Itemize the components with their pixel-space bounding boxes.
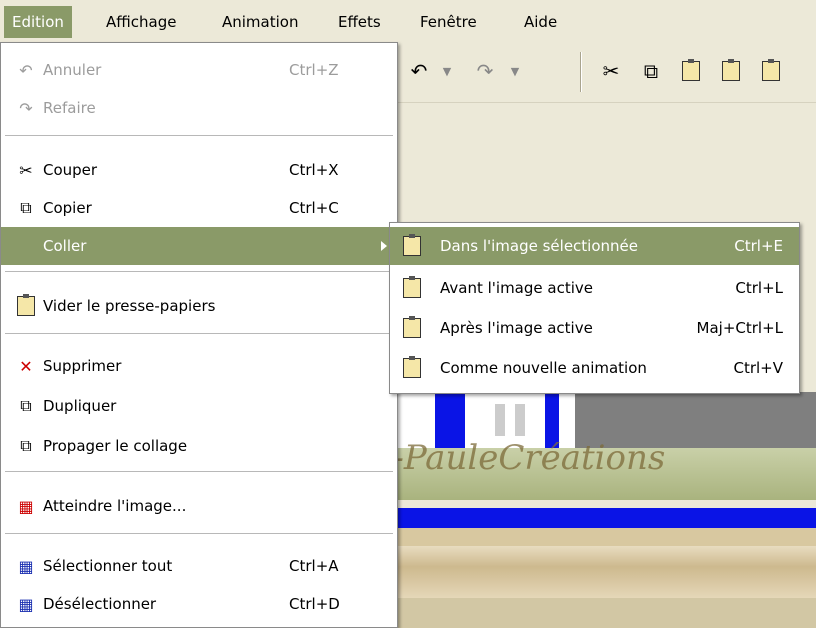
menu-separator (5, 533, 393, 534)
menu-animation[interactable]: Animation (214, 9, 306, 35)
submenu-item-comme-nouvelle-animation[interactable]: Comme nouvelle animation Ctrl+V (390, 349, 799, 387)
submenu-item-shortcut: Maj+Ctrl+L (696, 319, 783, 337)
menu-item-dupliquer[interactable]: ⧉ Dupliquer (1, 387, 397, 425)
clear-clipboard-icon (15, 294, 37, 317)
menu-item-copier[interactable]: ⧉ Copier Ctrl+C (1, 189, 397, 227)
menu-item-shortcut: Ctrl+Z (289, 61, 339, 79)
undo-dropdown-icon[interactable]: ▼ (432, 56, 462, 86)
frame-border (395, 528, 816, 546)
menu-item-vider-presse-papiers[interactable]: Vider le presse-papiers (1, 287, 397, 325)
menu-item-shortcut: Ctrl+D (289, 595, 340, 613)
copy-icon[interactable]: ⧉ (636, 56, 666, 86)
menu-separator (5, 471, 393, 472)
undo-icon: ↶ (19, 60, 33, 80)
menu-item-label: Copier (43, 199, 92, 217)
redo-dropdown-icon[interactable]: ▼ (500, 56, 530, 86)
paste-new-animation-icon (400, 356, 424, 380)
submenu-item-label: Comme nouvelle animation (440, 359, 647, 377)
submenu-item-shortcut: Ctrl+V (733, 359, 783, 377)
menu-item-coller[interactable]: Coller (1, 227, 397, 265)
menu-item-shortcut: Ctrl+A (289, 557, 339, 575)
menu-item-selectionner-tout[interactable]: ▦ Sélectionner tout Ctrl+A (1, 547, 397, 585)
cut-icon[interactable]: ✂ (596, 56, 626, 86)
submenu-item-label: Dans l'image sélectionnée (440, 237, 638, 255)
blue-band (395, 508, 816, 528)
paste-into-icon (400, 234, 424, 258)
menu-item-label: Annuler (43, 61, 102, 79)
paste-after-icon (400, 316, 424, 340)
menu-item-label: Dupliquer (43, 397, 117, 415)
menu-separator (5, 271, 393, 272)
select-all-icon: ▦ (18, 556, 34, 576)
menu-item-shortcut: Ctrl+C (289, 199, 339, 217)
menu-bar: Edition Affichage Animation Effets Fenêt… (0, 0, 816, 43)
menu-aide[interactable]: Aide (516, 9, 565, 35)
submenu-item-shortcut: Ctrl+L (735, 279, 783, 297)
redo-icon: ↷ (19, 98, 33, 118)
menu-item-propager-collage[interactable]: ⧉ Propager le collage (1, 427, 397, 465)
menu-item-label: Supprimer (43, 357, 122, 375)
paste-after-icon[interactable] (756, 56, 786, 86)
menu-separator (5, 135, 393, 136)
delete-icon: ✕ (19, 356, 33, 376)
menu-item-refaire[interactable]: ↷ Refaire (1, 89, 397, 127)
goto-frame-icon: ▦ (18, 496, 34, 516)
menu-item-label: Refaire (43, 99, 96, 117)
menu-item-atteindre-image[interactable]: ▦ Atteindre l'image... (1, 487, 397, 525)
submenu-item-dans-image-selectionnee[interactable]: Dans l'image sélectionnée Ctrl+E (390, 227, 799, 265)
frame-border-gradient (395, 546, 816, 598)
deselect-icon: ▦ (18, 594, 34, 614)
scissors-icon: ✂ (19, 160, 33, 180)
submenu-item-apres-image-active[interactable]: Après l'image active Maj+Ctrl+L (390, 309, 799, 347)
menu-item-annuler[interactable]: ↶ Annuler Ctrl+Z (1, 51, 397, 89)
paste-before-icon[interactable] (716, 56, 746, 86)
menu-item-deselectionner[interactable]: ▦ Désélectionner Ctrl+D (1, 585, 397, 623)
paste-icon[interactable] (676, 56, 706, 86)
menu-edition[interactable]: Edition (4, 6, 72, 38)
menu-item-label: Vider le presse-papiers (43, 297, 216, 315)
menu-item-label: Propager le collage (43, 437, 188, 455)
menu-item-shortcut: Ctrl+X (289, 161, 339, 179)
menu-effets[interactable]: Effets (330, 9, 389, 35)
copy-icon: ⧉ (20, 198, 32, 217)
coller-submenu: Dans l'image sélectionnée Ctrl+E Avant l… (389, 222, 800, 394)
menu-separator (5, 333, 393, 334)
propagate-icon: ⧉ (20, 436, 32, 455)
menu-item-supprimer[interactable]: ✕ Supprimer (1, 347, 397, 385)
frame-border-bottom (395, 598, 816, 628)
undo-icon[interactable]: ↶ (404, 56, 434, 86)
menu-item-label: Désélectionner (43, 595, 157, 613)
redo-icon[interactable]: ↷ (470, 56, 500, 86)
submenu-arrow-icon (381, 241, 387, 251)
menu-item-label: Sélectionner tout (43, 557, 173, 575)
submenu-item-shortcut: Ctrl+E (734, 237, 783, 255)
paste-before-icon (400, 276, 424, 300)
submenu-item-label: Avant l'image active (440, 279, 593, 297)
submenu-item-label: Après l'image active (440, 319, 593, 337)
menu-fenetre[interactable]: Fenêtre (412, 9, 485, 35)
menu-item-label: Coller (43, 237, 87, 255)
menu-item-label: Atteindre l'image... (43, 497, 187, 515)
menu-item-couper[interactable]: ✂ Couper Ctrl+X (1, 151, 397, 189)
toolbar-separator (580, 52, 582, 92)
duplicate-icon: ⧉ (20, 396, 32, 415)
submenu-item-avant-image-active[interactable]: Avant l'image active Ctrl+L (390, 269, 799, 307)
menu-affichage[interactable]: Affichage (98, 9, 184, 35)
edition-dropdown: ↶ Annuler Ctrl+Z ↷ Refaire ✂ Couper Ctrl… (0, 42, 398, 628)
menu-item-label: Couper (43, 161, 98, 179)
